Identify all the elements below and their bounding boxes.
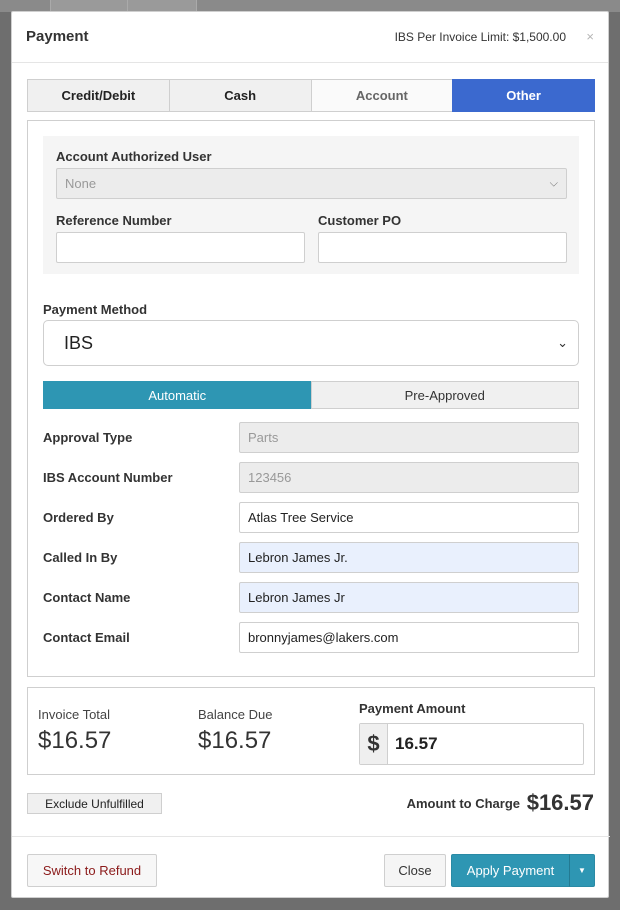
- balance-due-value: $16.57: [198, 727, 272, 754]
- contact-name-input[interactable]: Lebron James Jr: [239, 582, 579, 613]
- invoice-total-label: Invoice Total: [38, 707, 111, 722]
- approval-type-input: Parts: [239, 422, 579, 453]
- customer-po-label: Customer PO: [318, 213, 402, 228]
- authorized-user-value: None: [65, 176, 97, 191]
- dollar-icon: $: [360, 724, 388, 764]
- payment-method-label: Payment Method: [43, 302, 148, 317]
- exclude-unfulfilled-button[interactable]: Exclude Unfulfilled: [27, 793, 162, 814]
- other-payment-panel: Account Authorized User None ⌵ Reference…: [27, 120, 595, 677]
- account-section: Account Authorized User None ⌵ Reference…: [43, 136, 579, 274]
- close-icon[interactable]: ×: [586, 30, 594, 43]
- amount-to-charge-label: Amount to Charge: [406, 796, 520, 811]
- chevron-down-icon: ⌵: [549, 177, 558, 189]
- approval-type-label: Approval Type: [43, 430, 133, 445]
- ordered-by-label: Ordered By: [43, 510, 114, 525]
- ibs-account-number-label: IBS Account Number: [43, 470, 173, 485]
- payment-modal: Payment IBS Per Invoice Limit: $1,500.00…: [11, 11, 610, 899]
- balance-due-label: Balance Due: [198, 707, 273, 722]
- ibs-account-number-input: 123456: [239, 462, 579, 493]
- contact-email-label: Contact Email: [43, 630, 130, 645]
- switch-to-refund-button[interactable]: Switch to Refund: [27, 854, 157, 887]
- payment-amount-label: Payment Amount: [359, 701, 466, 716]
- authorized-user-select[interactable]: None ⌵: [56, 168, 567, 199]
- tab-cash[interactable]: Cash: [168, 79, 312, 112]
- invoice-total-value: $16.57: [38, 727, 112, 754]
- called-in-by-input[interactable]: Lebron James Jr.: [239, 542, 579, 573]
- payment-type-tabs: Credit/Debit Cash Account Other: [27, 79, 595, 112]
- modal-footer: Switch to Refund Close Apply Payment ▼: [12, 836, 610, 899]
- tab-credit-debit[interactable]: Credit/Debit: [27, 79, 170, 112]
- customer-po-input[interactable]: [318, 232, 567, 263]
- modal-header: Payment IBS Per Invoice Limit: $1,500.00…: [12, 12, 608, 63]
- pre-approved-toggle-button[interactable]: Pre-Approved: [310, 381, 579, 409]
- ordered-by-input[interactable]: Atlas Tree Service: [239, 502, 579, 533]
- contact-name-label: Contact Name: [43, 590, 131, 605]
- payment-amount-group: $ 16.57: [359, 723, 584, 765]
- chevron-down-icon: ⌄: [557, 335, 568, 350]
- payment-summary: Invoice Total $16.57 Balance Due $16.57 …: [27, 687, 595, 775]
- payment-amount-input[interactable]: 16.57: [388, 724, 583, 764]
- payment-method-value: IBS: [64, 332, 94, 353]
- close-button[interactable]: Close: [384, 854, 446, 887]
- reference-number-input[interactable]: [56, 232, 305, 263]
- amount-to-charge-value: $16.57: [526, 790, 594, 815]
- approval-mode-toggle: Automatic Pre-Approved: [43, 381, 579, 409]
- automatic-toggle-button[interactable]: Automatic: [43, 381, 312, 409]
- apply-payment-button[interactable]: Apply Payment: [451, 854, 570, 887]
- payment-method-select[interactable]: IBS ⌄: [43, 320, 579, 366]
- tab-account[interactable]: Account: [310, 79, 454, 112]
- called-in-by-label: Called In By: [43, 550, 118, 565]
- contact-email-input[interactable]: bronnyjames@lakers.com: [239, 622, 579, 653]
- tab-other[interactable]: Other: [452, 79, 595, 112]
- authorized-user-label: Account Authorized User: [56, 149, 212, 164]
- modal-title: Payment: [26, 28, 89, 45]
- reference-number-label: Reference Number: [56, 213, 172, 228]
- invoice-limit-text: IBS Per Invoice Limit: $1,500.00: [394, 30, 566, 44]
- apply-options-dropdown-icon[interactable]: ▼: [569, 854, 595, 887]
